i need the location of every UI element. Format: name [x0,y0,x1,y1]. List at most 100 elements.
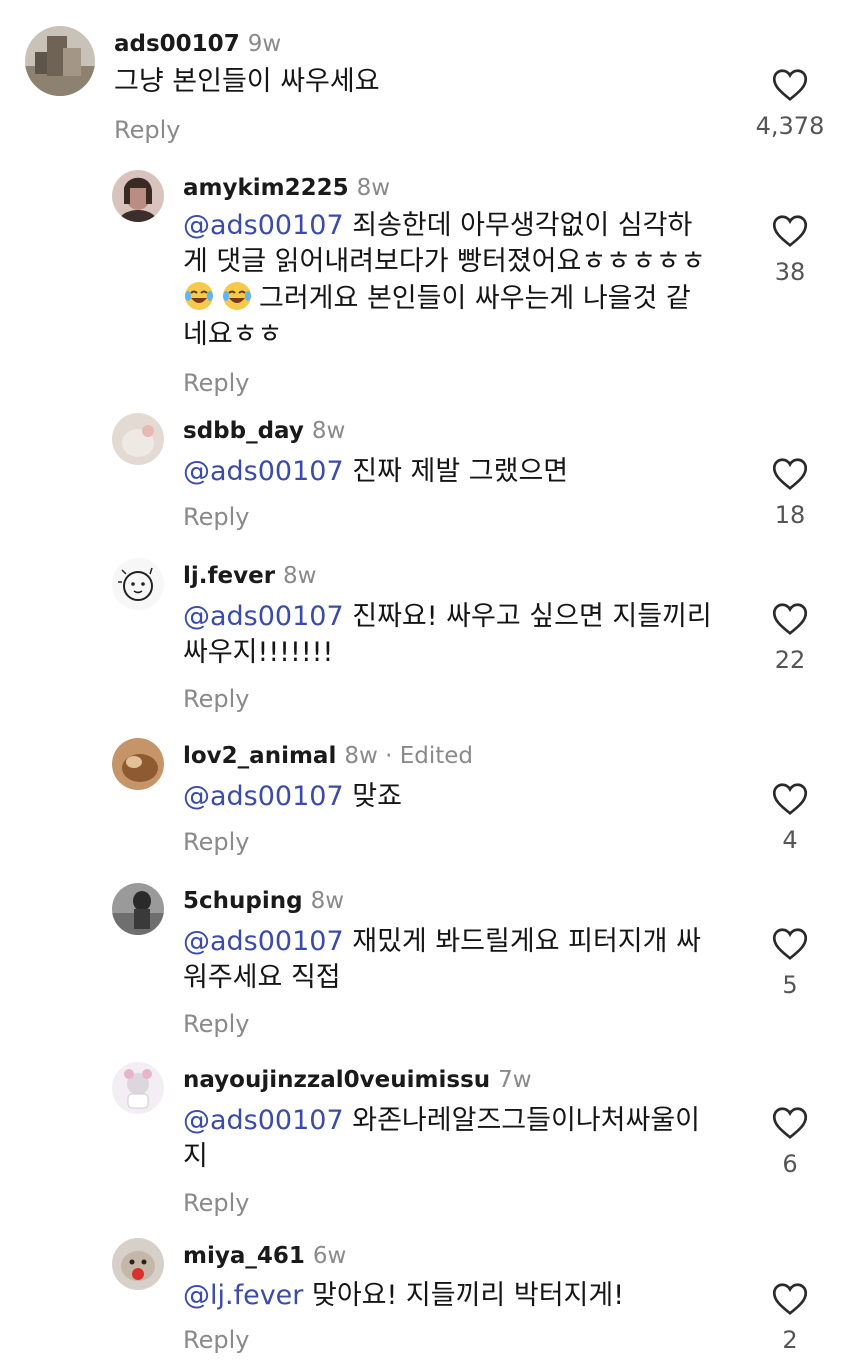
comment-line: 재밌게 봐드릴게요 피터지개 싸 [343,926,701,957]
avatar[interactable] [112,1062,164,1114]
timestamp: 8w [344,743,378,769]
reply-button[interactable]: Reply [183,1322,624,1358]
heart-outline-icon[interactable] [772,1106,808,1140]
timestamp: 8w [356,175,391,201]
timestamp: 7w [498,1067,532,1093]
like-control: 2 [745,1282,835,1354]
mention-link[interactable]: @ads00107 [183,601,344,632]
comment-text: @lj.fever 맞아요! 지들끼리 박터지게! [183,1278,624,1314]
comment-line: 싸우지!!!!!!! [183,637,334,668]
like-count: 38 [774,258,806,286]
like-count: 2 [782,1326,798,1354]
timestamp: 8w [310,888,345,914]
comment-line: 그냥 본인들이 싸우세요 [114,66,380,97]
username[interactable]: amykim2225 [183,175,349,201]
like-control: 5 [745,927,835,999]
username[interactable]: lj.fever [183,563,275,589]
like-control: 6 [745,1106,835,1178]
face-with-tears-of-joy-icon [183,280,215,312]
username[interactable]: lov2_animal [183,743,336,769]
comment-body: 5chuping 8w @ads00107 재밌게 봐드릴게요 피터지개 싸 워주… [183,883,701,1042]
comment-body: ads00107 9w 그냥 본인들이 싸우세요 Reply [114,26,380,148]
mention-link[interactable]: @ads00107 [183,210,344,241]
timestamp: 8w [283,563,317,589]
comment-line: 맞죠 [343,781,402,812]
like-count: 5 [782,971,798,999]
heart-outline-icon[interactable] [772,1282,808,1316]
comment-line: 와존나레알즈그들이나처싸울이 [343,1105,700,1136]
reply-button[interactable]: Reply [183,1185,700,1221]
username[interactable]: miya_461 [183,1243,305,1269]
comment-text: @ads00107 진짜 제발 그랬으면 [183,454,568,490]
like-control: 38 [745,214,835,286]
mention-link[interactable]: @ads00107 [183,926,344,957]
face-with-tears-of-joy-icon [221,280,253,312]
comment-text: @ads00107 진짜요! 싸우고 싶으면 지들끼리 싸우지!!!!!!! [183,599,712,671]
like-count: 4 [782,826,798,854]
reply-button[interactable]: Reply [183,365,706,401]
comment-line: 진짜 제발 그랬으면 [343,456,569,487]
like-control: 18 [745,457,835,529]
mention-link[interactable]: @ads00107 [183,781,344,812]
comment-line: 게 댓글 읽어내려보다가 빵터졌어요ㅎㅎㅎㅎㅎ [183,246,706,277]
heart-outline-icon[interactable] [772,602,808,636]
comment-body: amykim2225 8w @ads00107 죄송한데 아무생각없이 심각하 게… [183,170,706,401]
reply-button[interactable]: Reply [114,112,380,148]
comment-meta: lov2_animal 8w · Edited [183,738,473,774]
like-count: 22 [774,646,806,674]
reply-button[interactable]: Reply [183,681,712,717]
comment-line: 지 [183,1141,208,1172]
comment-body: sdbb_day 8w @ads00107 진짜 제발 그랬으면 Reply [183,413,568,535]
reply-button[interactable]: Reply [183,824,473,860]
comment-body: lov2_animal 8w · Edited @ads00107 맞죠 Repl… [183,738,473,860]
heart-outline-icon[interactable] [772,457,808,491]
comment-meta: 5chuping 8w [183,883,701,919]
comment-meta: miya_461 6w [183,1238,624,1274]
avatar[interactable] [112,1238,164,1290]
like-control: 22 [745,602,835,674]
heart-outline-icon[interactable] [772,68,808,102]
like-count: 18 [774,501,806,529]
username[interactable]: sdbb_day [183,418,304,444]
heart-outline-icon[interactable] [772,927,808,961]
comment-line: 네요ㅎㅎ [183,319,283,350]
avatar[interactable] [112,413,164,465]
avatar[interactable] [112,558,164,610]
heart-outline-icon[interactable] [772,782,808,816]
comment-meta: lj.fever 8w [183,558,712,594]
comment-body: lj.fever 8w @ads00107 진짜요! 싸우고 싶으면 지들끼리 싸… [183,558,712,717]
comment-meta: amykim2225 8w [183,170,706,206]
comment-text: @ads00107 맞죠 [183,779,473,815]
mention-link[interactable]: @ads00107 [183,456,344,487]
comment-line: 진짜요! 싸우고 싶으면 지들끼리 [343,601,712,632]
heart-outline-icon[interactable] [772,214,808,248]
reply-button[interactable]: Reply [183,1006,701,1042]
comment-meta: nayoujinzzal0veuimissu 7w [183,1062,700,1098]
comment-line: 죄송한데 아무생각없이 심각하 [343,210,693,241]
timestamp: 6w [312,1243,347,1269]
avatar[interactable] [25,26,95,96]
comment-line: 워주세요 직접 [183,962,341,993]
mention-link[interactable]: @lj.fever [183,1280,303,1311]
comment-line: 그러게요 본인들이 싸우는게 나을것 같 [259,283,691,314]
comment-text: @ads00107 와존나레알즈그들이나처싸울이 지 [183,1103,700,1175]
avatar[interactable] [112,883,164,935]
timestamp: 9w [247,31,282,57]
reply-button[interactable]: Reply [183,499,568,535]
avatar[interactable] [112,738,164,790]
comment-text: @ads00107 죄송한데 아무생각없이 심각하 게 댓글 읽어내려보다가 빵… [183,208,706,353]
like-count: 6 [782,1150,798,1178]
like-control: 4 [745,782,835,854]
comment-text: 그냥 본인들이 싸우세요 [114,64,380,100]
username[interactable]: ads00107 [114,31,240,57]
comment-line: 맞아요! 지들끼리 박터지게! [303,1280,625,1311]
like-control: 4,378 [745,68,835,140]
username[interactable]: nayoujinzzal0veuimissu [183,1067,490,1093]
timestamp: 8w [311,418,346,444]
comment-meta: ads00107 9w [114,26,380,62]
avatar[interactable] [112,170,164,222]
comment-body: nayoujinzzal0veuimissu 7w @ads00107 와존나레알… [183,1062,700,1221]
username[interactable]: 5chuping [183,888,303,914]
mention-link[interactable]: @ads00107 [183,1105,344,1136]
like-count: 4,378 [755,112,825,140]
